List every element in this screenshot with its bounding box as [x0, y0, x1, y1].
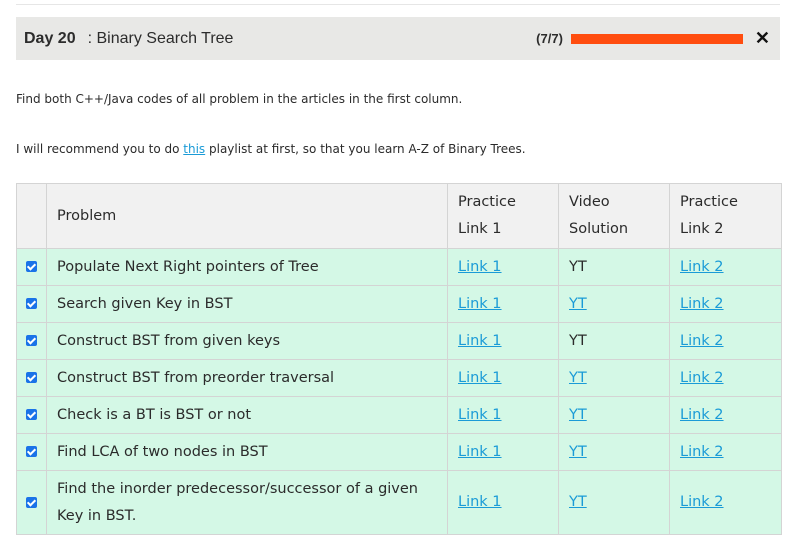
- practice-link-2-cell: Link 2: [669, 396, 782, 434]
- practice-link-1-cell: Link 1: [447, 248, 559, 286]
- practice-link-2[interactable]: Link 2: [680, 494, 724, 510]
- problem-name: Find the inorder predecessor/successor o…: [46, 470, 448, 535]
- practice-link-2-cell: Link 2: [669, 433, 782, 471]
- table-header-row: Problem Practice Link 1 Video Solution P…: [16, 183, 782, 249]
- progress-bar: [570, 33, 743, 44]
- practice-link-2-cell: Link 2: [669, 359, 782, 397]
- done-checkbox[interactable]: [26, 298, 37, 309]
- table-row: Find the inorder predecessor/successor o…: [16, 470, 782, 535]
- done-checkbox[interactable]: [26, 335, 37, 346]
- intro-text: Find both C++/Java codes of all problem …: [16, 92, 463, 106]
- done-checkbox[interactable]: [26, 446, 37, 457]
- video-solution-cell: YT: [558, 322, 670, 360]
- table-row: Search given Key in BST Link 1 YT Link 2: [16, 285, 782, 323]
- done-checkbox-cell: [16, 285, 47, 323]
- practice-link-2[interactable]: Link 2: [680, 333, 724, 349]
- practice-link-1-cell: Link 1: [447, 433, 559, 471]
- progress-bar-fill: [570, 33, 743, 44]
- problem-name: Construct BST from given keys: [46, 322, 448, 360]
- practice-link-1[interactable]: Link 1: [458, 407, 502, 423]
- problems-table: Problem Practice Link 1 Video Solution P…: [16, 183, 782, 535]
- video-solution-link[interactable]: YT: [569, 444, 587, 460]
- table-row: Find LCA of two nodes in BST Link 1 YT Link…: [16, 433, 782, 471]
- recommendation-text: I will recommend you to do this playlist…: [16, 142, 526, 156]
- practice-link-1-cell: Link 1: [447, 396, 559, 434]
- practice-link-1[interactable]: Link 1: [458, 333, 502, 349]
- header-checkbox-column: [16, 183, 47, 249]
- header-practice-link-2: Practice Link 2: [669, 183, 782, 249]
- header-problem: Problem: [46, 183, 448, 249]
- practice-link-1[interactable]: Link 1: [458, 494, 502, 510]
- top-divider: [16, 0, 780, 5]
- practice-link-1-cell: Link 1: [447, 470, 559, 535]
- practice-link-1-cell: Link 1: [447, 322, 559, 360]
- practice-link-2[interactable]: Link 2: [680, 259, 724, 275]
- practice-link-1[interactable]: Link 1: [458, 259, 502, 275]
- done-checkbox[interactable]: [26, 409, 37, 420]
- playlist-link[interactable]: this: [183, 142, 205, 156]
- video-solution-link[interactable]: YT: [569, 407, 587, 423]
- video-solution-cell: YT: [558, 359, 670, 397]
- header-practice-link-1: Practice Link 1: [447, 183, 559, 249]
- header-video-solution: Video Solution: [558, 183, 670, 249]
- practice-link-2-cell: Link 2: [669, 248, 782, 286]
- done-checkbox-cell: [16, 248, 47, 286]
- video-solution-cell: YT: [558, 396, 670, 434]
- video-solution-cell: YT: [558, 470, 670, 535]
- video-solution-link[interactable]: YT: [569, 370, 587, 386]
- recommendation-suffix: playlist at first, so that you learn A-Z…: [205, 142, 526, 156]
- practice-link-1[interactable]: Link 1: [458, 444, 502, 460]
- table-row: Construct BST from given keys Link 1 YT Lin…: [16, 322, 782, 360]
- done-checkbox-cell: [16, 322, 47, 360]
- close-x-icon[interactable]: ✕: [755, 28, 770, 49]
- video-solution-link[interactable]: YT: [569, 296, 587, 312]
- practice-link-1-cell: Link 1: [447, 285, 559, 323]
- practice-link-2[interactable]: Link 2: [680, 407, 724, 423]
- practice-link-1[interactable]: Link 1: [458, 370, 502, 386]
- done-checkbox[interactable]: [26, 496, 37, 508]
- problem-name: Search given Key in BST: [46, 285, 448, 323]
- day-header[interactable]: Day 20 : Binary Search Tree (7/7) ✕: [16, 17, 780, 60]
- video-solution-link[interactable]: YT: [569, 494, 587, 510]
- practice-link-2[interactable]: Link 2: [680, 296, 724, 312]
- recommendation-prefix: I will recommend you to do: [16, 142, 184, 156]
- practice-link-2[interactable]: Link 2: [680, 444, 724, 460]
- done-checkbox-cell: [16, 396, 47, 434]
- practice-link-2-cell: Link 2: [669, 285, 782, 323]
- problem-name: Construct BST from preorder traversal: [46, 359, 448, 397]
- done-checkbox[interactable]: [26, 372, 37, 383]
- day-topic: : Binary Search Tree: [87, 29, 234, 47]
- practice-link-2-cell: Link 2: [669, 470, 782, 535]
- done-checkbox-cell: [16, 433, 47, 471]
- video-solution-cell: YT: [558, 285, 670, 323]
- done-checkbox[interactable]: [26, 261, 37, 272]
- table-row: Check is a BT is BST or not Link 1 YT Link …: [16, 396, 782, 434]
- practice-link-1[interactable]: Link 1: [458, 296, 502, 312]
- day-label: Day 20: [24, 29, 76, 47]
- table-row: Construct BST from preorder traversal Lin…: [16, 359, 782, 397]
- progress-count: (7/7): [536, 31, 563, 46]
- problem-name: Check is a BT is BST or not: [46, 396, 448, 434]
- video-solution-cell: YT: [558, 433, 670, 471]
- problem-name: Populate Next Right pointers of Tree: [46, 248, 448, 286]
- practice-link-1-cell: Link 1: [447, 359, 559, 397]
- problem-name: Find LCA of two nodes in BST: [46, 433, 448, 471]
- done-checkbox-cell: [16, 359, 47, 397]
- practice-link-2[interactable]: Link 2: [680, 370, 724, 386]
- video-solution-cell: YT: [558, 248, 670, 286]
- practice-link-2-cell: Link 2: [669, 322, 782, 360]
- done-checkbox-cell: [16, 470, 47, 535]
- table-row: Populate Next Right pointers of Tree Link…: [16, 248, 782, 286]
